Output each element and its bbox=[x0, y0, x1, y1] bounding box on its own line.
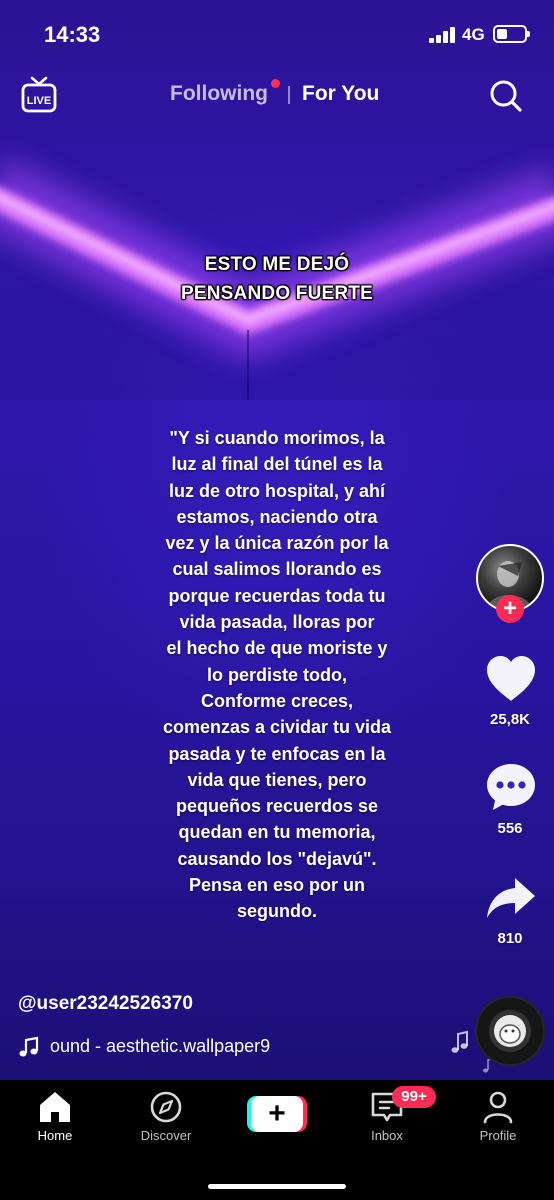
tab-home[interactable]: Home bbox=[10, 1090, 100, 1143]
following-notification-dot bbox=[271, 79, 280, 88]
battery-icon bbox=[493, 25, 530, 43]
tab-following[interactable]: Following bbox=[170, 82, 268, 106]
like-heart-icon[interactable] bbox=[485, 655, 537, 703]
tab-inbox-label: Inbox bbox=[371, 1128, 403, 1143]
follow-button[interactable]: + bbox=[496, 595, 524, 623]
comment-bubble-icon[interactable] bbox=[485, 762, 537, 812]
sound-disc-cover bbox=[494, 1015, 526, 1047]
tab-profile-label: Profile bbox=[479, 1128, 517, 1143]
ghost-icon bbox=[499, 1024, 521, 1044]
video-headline-text: ESTO ME DEJÓ PENSANDO FUERTE bbox=[0, 250, 554, 308]
plus-icon: + bbox=[251, 1096, 303, 1132]
network-type: 4G bbox=[462, 25, 485, 44]
create-video-button[interactable]: + bbox=[247, 1096, 307, 1132]
cellular-signal-icon bbox=[429, 27, 455, 43]
headline-line: ESTO ME DEJÓ bbox=[204, 254, 350, 275]
tab-home-label: Home bbox=[37, 1128, 73, 1143]
video-quote-text: "Y si cuando morimos, la luz al final de… bbox=[162, 428, 392, 922]
home-indicator bbox=[208, 1184, 346, 1189]
status-bar: 14:33 4G bbox=[0, 0, 554, 70]
profile-icon bbox=[483, 1091, 513, 1124]
tab-for-you[interactable]: For You bbox=[302, 82, 379, 106]
tab-discover[interactable]: Discover bbox=[121, 1090, 211, 1143]
home-icon bbox=[40, 1092, 70, 1122]
sound-disc[interactable] bbox=[475, 996, 545, 1066]
tab-profile[interactable]: Profile bbox=[453, 1090, 543, 1143]
compass-icon bbox=[150, 1091, 182, 1123]
feed-tabs: Following For You bbox=[0, 78, 554, 114]
sound-title[interactable]: ound - aesthetic.wallpaper9 bbox=[50, 1036, 298, 1057]
creator-username[interactable]: @user23242526370 bbox=[18, 993, 193, 1015]
floating-music-note-icon bbox=[451, 1030, 468, 1053]
tab-divider bbox=[288, 86, 290, 104]
share-arrow-icon[interactable] bbox=[485, 876, 537, 920]
inbox-notification-badge: 99+ bbox=[392, 1086, 436, 1108]
share-count: 810 bbox=[497, 930, 523, 947]
comment-count: 556 bbox=[497, 820, 523, 837]
music-note-icon bbox=[19, 1036, 39, 1057]
search-icon[interactable] bbox=[489, 79, 523, 113]
like-count: 25,8K bbox=[489, 711, 531, 728]
headline-line: PENSANDO FUERTE bbox=[181, 283, 373, 304]
tab-discover-label: Discover bbox=[140, 1128, 192, 1143]
status-time: 14:33 bbox=[44, 22, 101, 47]
